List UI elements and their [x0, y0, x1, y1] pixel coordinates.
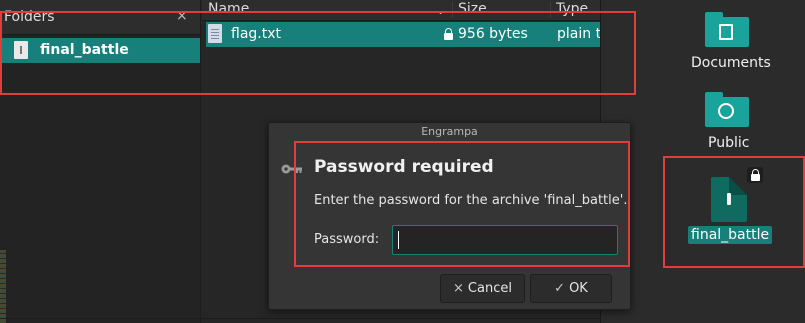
documents-folder-icon — [705, 12, 749, 47]
dialog-title: Engrampa — [421, 125, 478, 138]
cancel-button-label: Cancel — [467, 281, 512, 296]
status-strip — [0, 250, 6, 323]
close-icon: × — [453, 281, 464, 296]
ok-button-label: OK — [569, 281, 588, 296]
lock-icon — [751, 169, 760, 181]
close-icon[interactable]: × — [176, 8, 188, 24]
lock-icon — [444, 28, 453, 40]
folders-header: Folders × — [0, 0, 200, 35]
desktop-label-final-battle: final_battle — [688, 226, 773, 244]
public-folder-icon — [705, 92, 749, 127]
dialog-message: Enter the password for the archive 'fina… — [314, 193, 628, 208]
archive-icon — [711, 177, 747, 222]
column-separator[interactable] — [452, 2, 453, 18]
key-icon — [281, 164, 302, 174]
column-separator[interactable] — [550, 2, 551, 18]
text-caret — [398, 231, 399, 249]
share-glyph-icon — [718, 103, 734, 119]
folders-title: Folders — [4, 9, 55, 25]
divider — [0, 318, 600, 319]
checkmark-icon: ✓ — [554, 281, 566, 296]
password-dialog: Engrampa Password required Enter the pas… — [268, 122, 631, 310]
column-header-name[interactable]: Name — [208, 1, 249, 17]
column-header-type[interactable]: Type — [556, 1, 588, 17]
file-row-flag-txt[interactable]: flag.txt 956 bytes plain text — [206, 22, 600, 47]
desktop-label-documents: Documents — [691, 55, 771, 71]
file-type: plain text — [557, 26, 600, 42]
folder-item-final-battle[interactable]: final_battle — [2, 38, 200, 63]
sort-chevron-icon[interactable]: ⌄ — [436, 4, 445, 17]
ok-button[interactable]: ✓ OK — [530, 274, 612, 303]
folders-pane: Folders × final_battle — [0, 0, 201, 323]
folder-item-label: final_battle — [40, 42, 129, 58]
file-size: 956 bytes — [458, 26, 528, 42]
archive-icon — [14, 41, 28, 59]
zip-glyph-icon — [727, 193, 731, 205]
lock-badge — [747, 167, 763, 183]
document-glyph-icon — [719, 24, 733, 40]
cancel-button[interactable]: × Cancel — [440, 274, 525, 303]
dialog-heading: Password required — [314, 157, 494, 177]
file-name: flag.txt — [231, 26, 281, 42]
column-headers: Name ⌄ Size Type — [202, 0, 600, 21]
column-header-size[interactable]: Size — [458, 1, 487, 17]
password-input[interactable] — [392, 225, 618, 255]
desktop-label-public: Public — [708, 135, 750, 151]
text-file-icon — [208, 24, 222, 43]
password-label: Password: — [314, 232, 380, 247]
